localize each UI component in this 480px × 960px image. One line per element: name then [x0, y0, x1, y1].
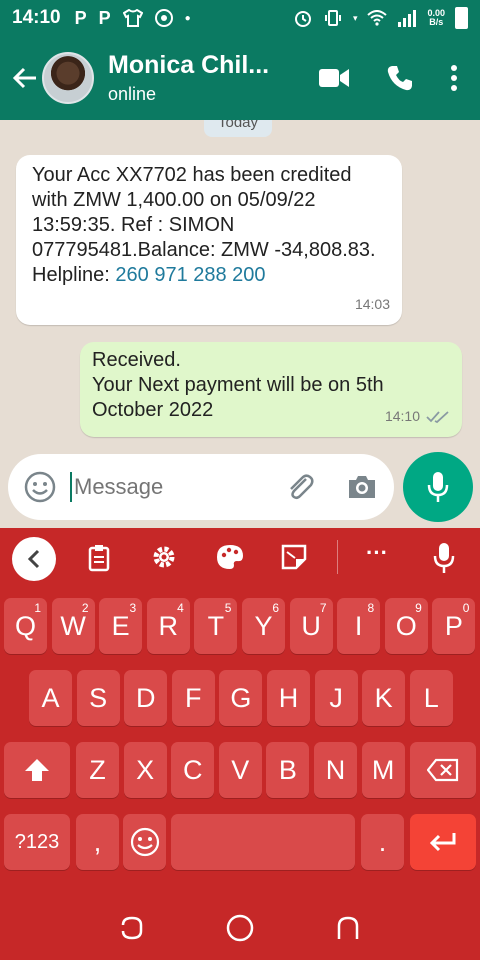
keyboard-collapse-button[interactable]: [12, 537, 56, 581]
key-m[interactable]: M: [361, 742, 405, 798]
comma-key[interactable]: ,: [76, 814, 119, 870]
sticker-icon[interactable]: [281, 544, 307, 570]
message-box[interactable]: [8, 454, 394, 520]
message-text: Received.: [92, 349, 181, 371]
navigation-bar: [0, 896, 480, 960]
battery-icon: [455, 7, 468, 29]
key-g[interactable]: G: [219, 670, 263, 726]
clock: 14:10: [12, 7, 61, 28]
recents-icon[interactable]: [119, 915, 145, 941]
key-i[interactable]: I8: [337, 598, 381, 654]
key-s[interactable]: S: [76, 670, 120, 726]
double-check-icon: [426, 410, 449, 423]
alarm-icon: [294, 11, 311, 27]
symbols-key[interactable]: ?123: [4, 814, 70, 870]
enter-icon: [429, 833, 456, 852]
key-f[interactable]: F: [171, 670, 215, 726]
phone-icon[interactable]: [386, 64, 414, 92]
phone-link[interactable]: 260 971 288 200: [115, 264, 265, 286]
key-z[interactable]: Z: [76, 742, 119, 798]
camera-icon[interactable]: [346, 473, 378, 501]
signal-icon: [398, 10, 417, 27]
key-b[interactable]: B: [266, 742, 310, 798]
toolbar-divider: [337, 540, 338, 574]
more-options-icon[interactable]: [450, 64, 458, 92]
message-input[interactable]: [74, 474, 254, 500]
key-k[interactable]: K: [362, 670, 406, 726]
key-w[interactable]: W2: [51, 598, 95, 654]
avatar[interactable]: [42, 52, 94, 104]
contact-status: online: [108, 84, 157, 104]
input-bar: [0, 450, 480, 528]
key-e[interactable]: E3: [99, 598, 143, 654]
net-speed: 0.00 B/s: [427, 8, 445, 27]
settings-gear-icon[interactable]: [151, 544, 177, 570]
key-u[interactable]: U7: [289, 598, 333, 654]
p-icon: P: [74, 7, 87, 28]
video-call-icon[interactable]: [318, 67, 350, 89]
enter-key[interactable]: [410, 814, 476, 870]
space-key[interactable]: [171, 814, 355, 870]
key-c[interactable]: C: [171, 742, 215, 798]
key-a[interactable]: A: [29, 670, 72, 726]
shift-key[interactable]: [4, 742, 70, 798]
message-text: Your Next payment will be on 5th October…: [92, 374, 384, 421]
key-y[interactable]: Y6: [242, 598, 285, 654]
voice-record-button[interactable]: [403, 452, 473, 522]
microphone-icon: [427, 472, 449, 502]
emoji-key[interactable]: [123, 814, 166, 870]
backspace-key[interactable]: [410, 742, 476, 798]
theme-palette-icon[interactable]: [216, 544, 244, 570]
key-o[interactable]: O9: [384, 598, 428, 654]
key-n[interactable]: N: [314, 742, 357, 798]
period-key[interactable]: .: [361, 814, 404, 870]
emoji-icon: [130, 827, 159, 857]
wifi-icon: [367, 10, 388, 26]
vibrate-icon: [324, 10, 341, 26]
voice-input-icon[interactable]: [433, 542, 455, 574]
chat-area[interactable]: Today Your Acc XX7702 has been credited …: [0, 120, 480, 450]
volte-icon: ▾: [352, 12, 358, 23]
outgoing-message[interactable]: Received. Your Next payment will be on 5…: [80, 342, 462, 437]
attach-icon[interactable]: [284, 471, 316, 503]
key-r[interactable]: R4: [146, 598, 190, 654]
clipboard-icon[interactable]: [88, 544, 110, 572]
home-icon[interactable]: [225, 913, 255, 943]
key-q[interactable]: Q1: [4, 598, 47, 654]
back-nav-icon[interactable]: [335, 915, 361, 941]
more-icon[interactable]: ···: [366, 540, 388, 566]
emoji-icon[interactable]: [24, 471, 56, 503]
back-arrow-icon[interactable]: [10, 63, 40, 93]
key-t[interactable]: T5: [194, 598, 238, 654]
key-l[interactable]: L: [409, 670, 453, 726]
message-time: 14:10: [384, 408, 420, 424]
shift-icon: [25, 759, 49, 781]
p-icon: P: [98, 7, 111, 28]
contact-info[interactable]: Monica Chil... online: [108, 51, 269, 105]
chat-header: Monica Chil... online: [0, 36, 480, 120]
chrome-icon: [154, 9, 173, 27]
key-h[interactable]: H: [267, 670, 310, 726]
key-d[interactable]: D: [124, 670, 168, 726]
key-v[interactable]: V: [218, 742, 262, 798]
key-p[interactable]: P0: [432, 598, 476, 654]
dot-icon: ●: [184, 12, 191, 24]
text-cursor: [70, 472, 72, 502]
date-label: Today: [204, 120, 273, 137]
contact-name: Monica Chil...: [108, 51, 270, 79]
backspace-icon: [427, 758, 459, 782]
key-x[interactable]: X: [123, 742, 167, 798]
keyboard: ··· Q1W2E3R4T5Y6U7I8O9P0 ASDFGHJKL ZXCVBNM…: [0, 528, 480, 960]
key-j[interactable]: J: [314, 670, 358, 726]
shirt-icon: [122, 9, 143, 27]
message-time: 14:03: [354, 296, 390, 312]
status-bar: 14:10 P P ● ▾ 0.00 B/s: [0, 0, 480, 36]
incoming-message[interactable]: Your Acc XX7702 has been credited with Z…: [16, 155, 402, 325]
chevron-left-icon: [27, 549, 40, 569]
